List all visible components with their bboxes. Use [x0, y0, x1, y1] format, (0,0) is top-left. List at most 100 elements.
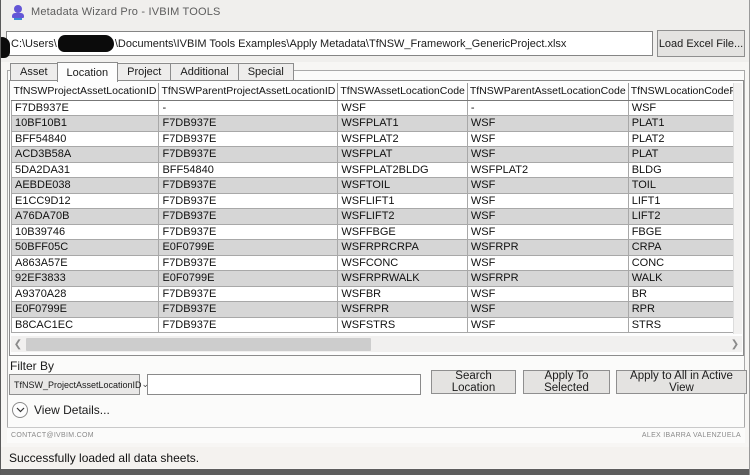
table-cell[interactable]: WSFRPR — [338, 302, 468, 318]
column-header[interactable]: TfNSWLocationCodePart — [628, 83, 734, 100]
table-cell[interactable]: TOIL — [628, 178, 734, 194]
table-row[interactable]: 10BF10B1F7DB937EWSFPLAT1WSFPLAT1Asset Lo… — [12, 116, 735, 132]
table-cell[interactable]: WSFPLAT2 — [338, 131, 468, 147]
table-cell[interactable]: WSFPLAT2BLDG — [338, 162, 468, 178]
table-cell[interactable]: WSFRPR — [467, 240, 628, 256]
tab-special[interactable]: Special — [239, 63, 294, 81]
table-cell[interactable]: WSF — [467, 209, 628, 225]
table-cell[interactable]: BFF54840 — [159, 162, 338, 178]
table-row[interactable]: B8CAC1ECF7DB937EWSFSTRSWSFSTRSStairways — [12, 317, 735, 333]
table-cell[interactable]: WSFBR — [338, 286, 468, 302]
table-cell[interactable]: WSF — [467, 131, 628, 147]
table-cell[interactable]: WSF — [467, 116, 628, 132]
table-cell[interactable]: WSF — [467, 224, 628, 240]
table-cell[interactable]: 50BFF05C — [12, 240, 159, 256]
table-cell[interactable]: CRPA — [628, 240, 734, 256]
table-cell[interactable]: F7DB937E — [159, 317, 338, 333]
table-cell[interactable]: F7DB937E — [159, 224, 338, 240]
table-cell[interactable]: E1CC9D12 — [12, 193, 159, 209]
table-cell[interactable]: WSFTOIL — [338, 178, 468, 194]
table-cell[interactable]: F7DB937E — [159, 147, 338, 163]
table-cell[interactable]: WSF — [467, 317, 628, 333]
table-row[interactable]: BFF54840F7DB937EWSFPLAT2WSFPLAT2Asset Lo… — [12, 131, 735, 147]
filter-value-input[interactable] — [147, 374, 421, 395]
scroll-right-icon[interactable]: ❯ — [728, 336, 742, 352]
table-cell[interactable]: WSF — [467, 255, 628, 271]
table-row[interactable]: F7DB937E-WSF-WSFAsset Locat — [12, 100, 735, 116]
table-row[interactable]: A76DA70BF7DB937EWSFLIFT2WSFLIFT2Asset Lo… — [12, 209, 735, 225]
table-cell[interactable]: AEBDE038 — [12, 178, 159, 194]
table-cell[interactable]: F7DB937E — [12, 100, 159, 116]
table-cell[interactable]: WSFCONC — [338, 255, 468, 271]
table-cell[interactable]: WSFLIFT1 — [338, 193, 468, 209]
table-cell[interactable]: - — [467, 100, 628, 116]
table-cell[interactable]: WSF — [467, 147, 628, 163]
table-cell[interactable]: F7DB937E — [159, 131, 338, 147]
table-cell[interactable]: F7DB937E — [159, 302, 338, 318]
table-cell[interactable]: WSF — [467, 193, 628, 209]
table-cell[interactable]: F7DB937E — [159, 286, 338, 302]
column-header[interactable]: TfNSWParentProjectAssetLocationID — [159, 83, 338, 100]
scrollbar-thumb[interactable] — [26, 338, 371, 351]
table-cell[interactable]: F7DB937E — [159, 193, 338, 209]
table-cell[interactable]: WSFRPRCRPA — [338, 240, 468, 256]
apply-to-selected-button[interactable]: Apply To Selected — [523, 370, 610, 394]
apply-to-all-button[interactable]: Apply to All in Active View — [616, 370, 747, 394]
file-path-input[interactable]: C:\Users\\Documents\IVBIM Tools Examples… — [6, 31, 653, 56]
table-cell[interactable]: CONC — [628, 255, 734, 271]
table-cell[interactable]: LIFT1 — [628, 193, 734, 209]
column-header[interactable]: TfNSWProjectAssetLocationID — [12, 83, 159, 100]
search-location-button[interactable]: Search Location — [431, 370, 516, 394]
table-cell[interactable]: WSFSTRS — [338, 317, 468, 333]
table-cell[interactable]: WSF — [467, 178, 628, 194]
table-cell[interactable]: F7DB937E — [159, 209, 338, 225]
table-row[interactable]: 92EF3833E0F0799EWSFRPRWALKWSFRPRWALKAsse… — [12, 271, 735, 287]
table-cell[interactable]: E0F0799E — [12, 302, 159, 318]
table-cell[interactable]: WSF — [338, 100, 468, 116]
table-row[interactable]: E0F0799EF7DB937EWSFRPRWSFRPRRailway par — [12, 302, 735, 318]
table-cell[interactable]: WSFRPRWALK — [338, 271, 468, 287]
table-cell[interactable]: WSFFBGE — [338, 224, 468, 240]
table-cell[interactable]: WSFRPR — [467, 271, 628, 287]
table-cell[interactable]: PLAT2 — [628, 131, 734, 147]
table-cell[interactable]: BFF54840 — [12, 131, 159, 147]
horizontal-scrollbar[interactable]: ❮ ❯ — [11, 336, 742, 352]
tab-additional[interactable]: Additional — [171, 63, 238, 81]
table-cell[interactable]: BLDG — [628, 162, 734, 178]
table-row[interactable]: 10B39746F7DB937EWSFFBGEWSFFBGEAsset Loca… — [12, 224, 735, 240]
table-cell[interactable]: WSFPLAT2 — [467, 162, 628, 178]
table-cell[interactable]: F7DB937E — [159, 178, 338, 194]
table-cell[interactable]: FBGE — [628, 224, 734, 240]
table-row[interactable]: ACD3B58AF7DB937EWSFPLATWSFPLATAsset Loca… — [12, 147, 735, 163]
column-header[interactable]: TfNSWAssetLocationCode — [338, 83, 468, 100]
table-cell[interactable]: LIFT2 — [628, 209, 734, 225]
table-cell[interactable]: E0F0799E — [159, 240, 338, 256]
scroll-left-icon[interactable]: ❮ — [11, 336, 25, 352]
table-cell[interactable]: WSFPLAT1 — [338, 116, 468, 132]
load-excel-button[interactable]: Load Excel File... — [657, 30, 745, 57]
table-cell[interactable]: E0F0799E — [159, 271, 338, 287]
table-cell[interactable]: A76DA70B — [12, 209, 159, 225]
tab-location[interactable]: Location — [57, 62, 119, 82]
table-cell[interactable]: 10BF10B1 — [12, 116, 159, 132]
expander-chevron-down-icon[interactable] — [12, 402, 28, 418]
vertical-scrollbar[interactable] — [733, 83, 742, 334]
table-cell[interactable]: F7DB937E — [159, 255, 338, 271]
tab-asset[interactable]: Asset — [10, 63, 58, 81]
table-row[interactable]: A9370A28F7DB937EWSFBRWSFBRBridge — [12, 286, 735, 302]
table-cell[interactable]: 5DA2DA31 — [12, 162, 159, 178]
table-cell[interactable]: WALK — [628, 271, 734, 287]
table-cell[interactable]: 92EF3833 — [12, 271, 159, 287]
table-row[interactable]: A863A57EF7DB937EWSFCONCWSFCONCAsset Loca… — [12, 255, 735, 271]
table-row[interactable]: 50BFF05CE0F0799EWSFRPRCRPAWSFRPRCRPAAsse… — [12, 240, 735, 256]
table-cell[interactable]: WSFPLAT — [338, 147, 468, 163]
table-cell[interactable]: PLAT1 — [628, 116, 734, 132]
table-cell[interactable]: WSF — [467, 286, 628, 302]
table-row[interactable]: E1CC9D12F7DB937EWSFLIFT1WSFLIFT1Asset Lo… — [12, 193, 735, 209]
table-cell[interactable]: A9370A28 — [12, 286, 159, 302]
table-cell[interactable]: STRS — [628, 317, 734, 333]
table-cell[interactable]: - — [159, 100, 338, 116]
view-details-expander[interactable]: View Details... — [12, 402, 110, 418]
table-row[interactable]: 5DA2DA31BFF54840WSFPLAT2BLDGWSFPLAT2BLDG… — [12, 162, 735, 178]
table-cell[interactable]: B8CAC1EC — [12, 317, 159, 333]
